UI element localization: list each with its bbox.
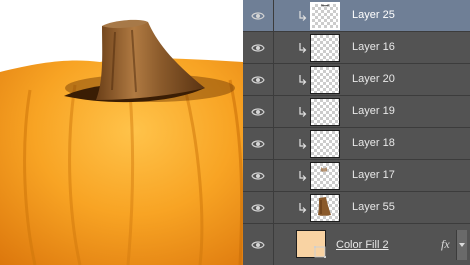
clipping-arrow-icon <box>299 139 307 149</box>
clipping-arrow-icon <box>299 75 307 85</box>
eye-icon[interactable] <box>243 96 274 127</box>
layer-thumbnail <box>310 194 340 222</box>
pumpkin-artwork <box>0 19 243 265</box>
eye-icon[interactable] <box>243 160 274 191</box>
layer-name[interactable]: Layer 55 <box>352 201 395 213</box>
layer-thumbnail <box>310 130 340 158</box>
layer-name[interactable]: Color Fill 2 <box>336 239 389 251</box>
layer-thumbnail <box>310 66 340 94</box>
chevron-down-icon <box>459 243 465 247</box>
layer-name[interactable]: Layer 18 <box>352 137 395 149</box>
layer-row-layer-55[interactable]: Layer 55 <box>243 192 470 224</box>
layer-name[interactable]: Layer 20 <box>352 73 395 85</box>
clipping-arrow-icon <box>299 203 307 213</box>
layer-row-layer-20[interactable]: Layer 20 <box>243 64 470 96</box>
layer-row-layer-19[interactable]: Layer 19 <box>243 96 470 128</box>
layers-panel: Layer 25 Layer 16 Layer 20 Layer 19 Laye… <box>243 0 470 265</box>
clipping-arrow-icon <box>299 11 307 21</box>
clipping-arrow-icon <box>299 171 307 181</box>
layer-row-color-fill-2[interactable]: Color Fill 2 fx <box>243 224 470 265</box>
eye-icon[interactable] <box>243 0 274 31</box>
document-canvas[interactable] <box>0 0 243 265</box>
layer-thumbnail <box>310 34 340 62</box>
layer-name[interactable]: Layer 25 <box>352 9 395 21</box>
layer-name[interactable]: Layer 19 <box>352 105 395 117</box>
link-mask-icon <box>314 246 326 258</box>
eye-icon[interactable] <box>243 224 274 265</box>
layer-name[interactable]: Layer 16 <box>352 41 395 53</box>
fx-icon[interactable]: fx <box>441 237 450 252</box>
layer-thumbnail <box>310 98 340 126</box>
scrollbar-down-button[interactable] <box>456 230 467 260</box>
eye-icon[interactable] <box>243 64 274 95</box>
layer-thumbnail <box>310 2 340 30</box>
layer-thumbnail <box>310 162 340 190</box>
layer-row-layer-17[interactable]: Layer 17 <box>243 160 470 192</box>
layer-row-layer-16[interactable]: Layer 16 <box>243 32 470 64</box>
eye-icon[interactable] <box>243 32 274 63</box>
clipping-arrow-icon <box>299 107 307 117</box>
eye-icon[interactable] <box>243 192 274 223</box>
layer-name[interactable]: Layer 17 <box>352 169 395 181</box>
layer-row-layer-18[interactable]: Layer 18 <box>243 128 470 160</box>
eye-icon[interactable] <box>243 128 274 159</box>
layer-row-layer-25[interactable]: Layer 25 <box>243 0 470 32</box>
clipping-arrow-icon <box>299 43 307 53</box>
